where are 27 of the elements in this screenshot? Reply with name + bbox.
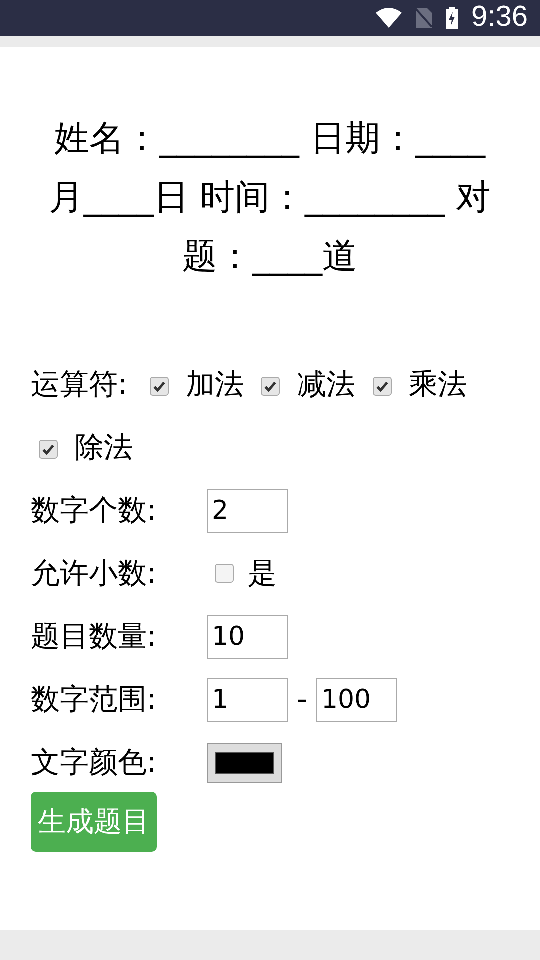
field-label: 数字范围: bbox=[31, 680, 158, 718]
battery-charging-icon bbox=[446, 7, 458, 29]
checkbox[interactable] bbox=[150, 376, 169, 396]
checkbox-label: 减法 bbox=[296, 367, 356, 401]
checkbox[interactable] bbox=[261, 376, 280, 396]
checkbox-label: 是 bbox=[248, 554, 277, 592]
color-picker[interactable] bbox=[207, 742, 282, 782]
checkbox-label: 除法 bbox=[74, 430, 134, 464]
range-separator: - bbox=[297, 680, 308, 718]
field-label: 题目数量: bbox=[31, 618, 158, 655]
input-field[interactable]: 100 bbox=[316, 678, 398, 722]
checkbox[interactable] bbox=[372, 376, 392, 396]
field-label: 允许小数: bbox=[31, 554, 158, 592]
wifi-icon bbox=[376, 8, 402, 28]
checkbox[interactable] bbox=[39, 440, 58, 459]
worksheet-heading: 姓名：________ 日期：____月____日 时间：________ 对题：____道 bbox=[48, 118, 492, 279]
no-sim-icon bbox=[416, 8, 432, 28]
input-field[interactable]: 10 bbox=[207, 614, 288, 658]
operator-label: 运算符: bbox=[31, 367, 128, 401]
field-label: 文字颜色: bbox=[31, 744, 158, 781]
checkbox[interactable] bbox=[215, 564, 234, 583]
checkbox-label: 乘法 bbox=[408, 367, 467, 401]
input-field[interactable]: 1 bbox=[207, 678, 288, 722]
checkbox-label: 加法 bbox=[185, 367, 245, 401]
field-label: 数字个数: bbox=[31, 492, 158, 529]
status-time: 9:36 bbox=[472, 0, 528, 36]
input-field[interactable]: 2 bbox=[207, 488, 288, 532]
